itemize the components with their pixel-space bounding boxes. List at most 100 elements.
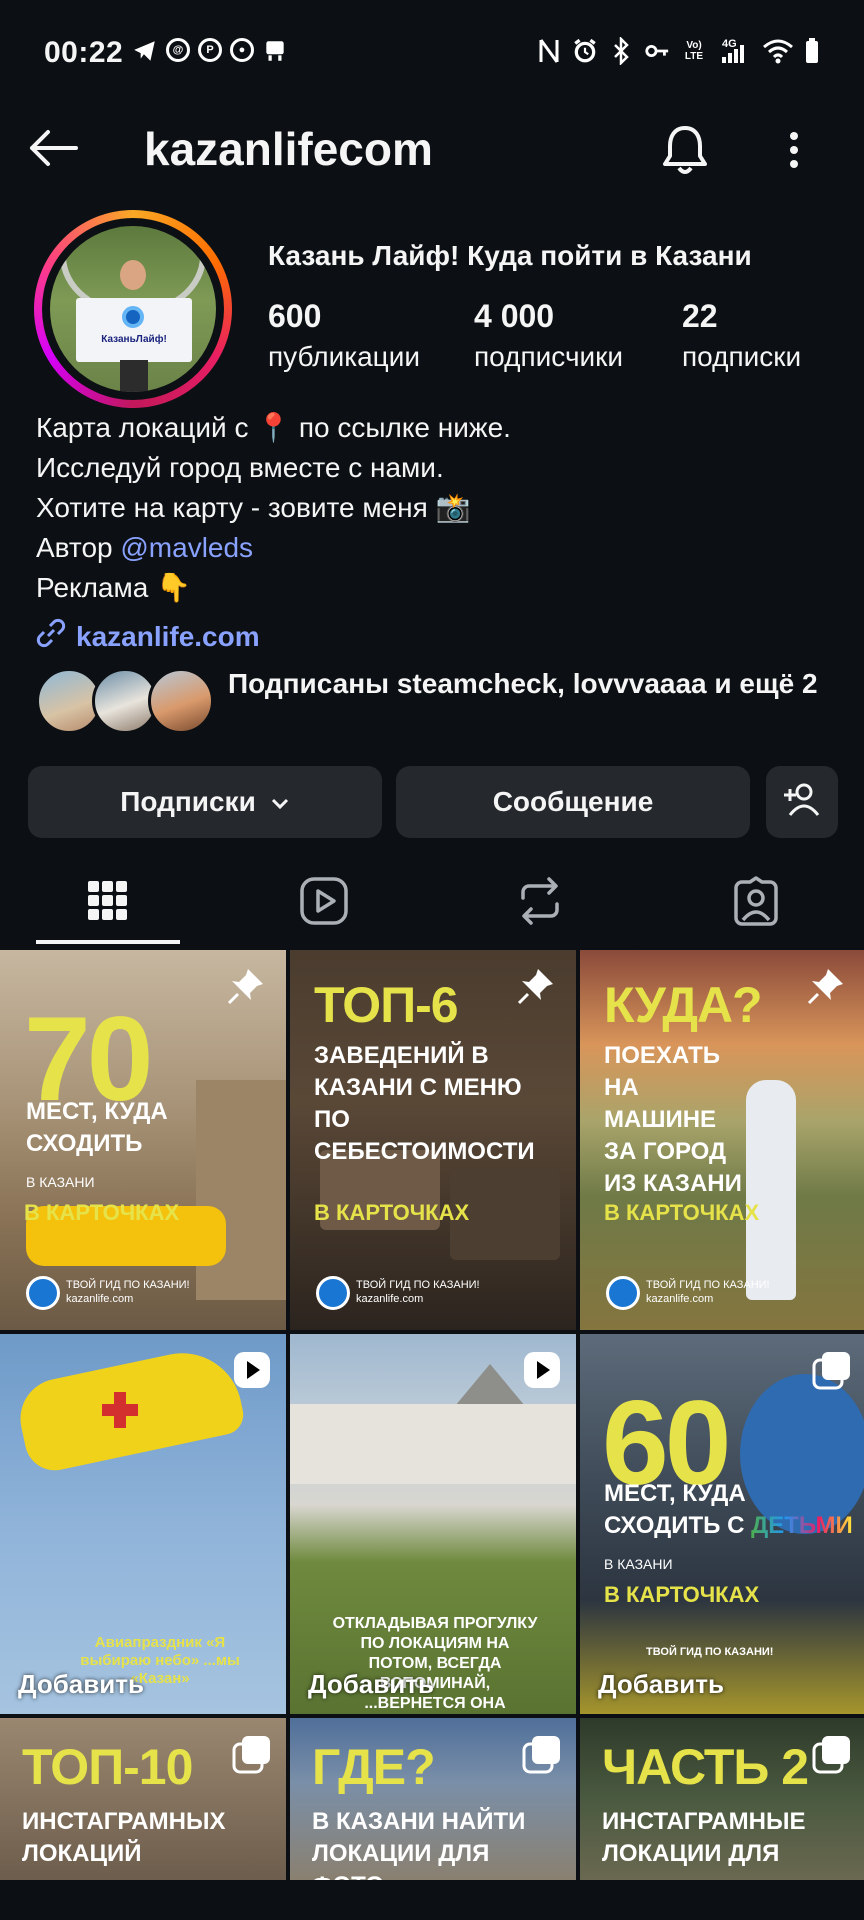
post-footer-url: kazanlife.com	[356, 1293, 424, 1305]
nfc-icon	[536, 38, 562, 64]
grid-icon	[86, 879, 130, 928]
system-nav-bar	[0, 1880, 864, 1920]
bio-line: Реклама 👇	[36, 572, 191, 603]
post-title: ИНСТАГРАМНЫХ ЛОКАЦИЙ	[22, 1808, 226, 1867]
post-footer: ТВОЙ ГИД ПО КАЗАНИ! kazanlife.com	[606, 1276, 770, 1310]
add-label: Добавить	[308, 1669, 434, 1699]
chevron-down-icon	[270, 786, 290, 818]
wall-shape	[290, 1404, 576, 1484]
following-count-value: 22	[682, 298, 718, 334]
followed-by[interactable]: Подписаны steamcheck, lovvvaaaa и ещё 2	[36, 666, 836, 738]
notification-icon: ●	[230, 38, 254, 62]
message-button-label: Сообщение	[492, 786, 654, 817]
website-link-text: kazanlife.com	[76, 620, 260, 652]
alarm-icon	[572, 38, 598, 64]
tab-tagged[interactable]	[666, 858, 846, 948]
avatar[interactable]: КазаньЛайф!	[34, 210, 232, 408]
author-mention-link[interactable]: @mavleds	[120, 532, 253, 563]
post-footer-title: ТВОЙ ГИД ПО КАЗАНИ!	[646, 1279, 770, 1291]
active-tab-indicator	[36, 940, 180, 944]
post-footer: ТВОЙ ГИД ПО КАЗАНИ! kazanlife.com	[26, 1276, 190, 1310]
bio-line: Карта локаций с 📍 по ссылке ниже.	[36, 412, 511, 443]
post-headline: ТОП-6	[314, 977, 459, 1033]
post-tile[interactable]: ГДЕ? В КАЗАНИ НАЙТИ ЛОКАЦИИ ДЛЯ ФОТО	[290, 1718, 576, 1880]
bio-line: Автор @mavleds	[36, 528, 511, 568]
website-link[interactable]: kazanlife.com	[36, 618, 260, 655]
carousel-icon	[812, 1350, 852, 1390]
post-title-part: СХОДИТЬ С	[604, 1512, 752, 1539]
bluetooth-icon	[608, 37, 634, 65]
post-tile[interactable]: Авиапраздник «Я выбираю небо» ...мы «Каз…	[0, 1334, 286, 1714]
post-tile[interactable]: ЧАСТЬ 2 ИНСТАГРАМНЫЕ ЛОКАЦИИ ДЛЯ	[580, 1718, 864, 1880]
post-tile[interactable]: ТОП-6 ЗАВЕДЕНИЙ В КАЗАНИ С МЕНЮ ПО СЕБЕС…	[290, 950, 576, 1330]
svg-text:4G: 4G	[722, 38, 737, 50]
post-footer-title: ТВОЙ ГИД ПО КАЗАНИ!	[66, 1279, 190, 1291]
post-title: МЕСТ, КУДА СХОДИТЬ С ДЕТЬМИ	[604, 1478, 853, 1542]
pinterest-icon: P	[198, 38, 222, 62]
post-tile[interactable]: 70 МЕСТ, КУДА СХОДИТЬ В КАЗАНИ В КАРТОЧК…	[0, 950, 286, 1330]
followers-count-value: 4 000	[474, 298, 555, 334]
add-label: Добавить	[18, 1669, 144, 1699]
posts-grid: 70 МЕСТ, КУДА СХОДИТЬ В КАЗАНИ В КАРТОЧК…	[0, 950, 864, 1880]
profile-header: kazanlifecom	[0, 108, 864, 188]
post-title: В КАЗАНИ НАЙТИ ЛОКАЦИИ ДЛЯ ФОТО	[312, 1808, 526, 1880]
follower-avatar	[148, 668, 214, 734]
bio-line: Исследуй город вместе с нами.	[36, 452, 444, 483]
reposts-icon	[517, 876, 563, 931]
post-cta: В КАРТОЧКАХ	[604, 1200, 760, 1225]
post-title: ИНСТАГРАМНЫЕ ЛОКАЦИИ ДЛЯ	[602, 1808, 806, 1867]
clock: 00:22	[44, 36, 124, 69]
carousel-icon	[812, 1734, 852, 1774]
post-footer-title: ТВОЙ ГИД ПО КАЗАНИ!	[356, 1279, 480, 1291]
pinned-icon	[226, 966, 266, 1006]
carousel-icon	[522, 1734, 562, 1774]
more-options-icon[interactable]	[774, 128, 814, 172]
tab-reposts[interactable]	[450, 858, 630, 948]
post-tile[interactable]: ОТКЛАДЫВАЯ ПРОГУЛКУ ПО ЛОКАЦИЯМ НА ПОТОМ…	[290, 1334, 576, 1714]
post-title-colored: ДЕТЬМИ	[751, 1512, 853, 1539]
post-cta: В КАРТОЧКАХ	[314, 1200, 470, 1225]
threads-icon: @	[166, 38, 190, 62]
notifications-bell-icon[interactable]	[660, 124, 710, 176]
post-headline: ТОП-10	[22, 1739, 193, 1795]
post-cta: В КАРТОЧКАХ	[604, 1582, 760, 1607]
post-title: ПОЕХАТЬ НА МАШИНЕ ЗА ГОРОД ИЗ КАЗАНИ	[604, 1042, 742, 1197]
posts-count[interactable]: 600 публикации	[268, 298, 420, 373]
post-subtitle: В КАЗАНИ	[26, 1174, 95, 1190]
avatar-photo: КазаньЛайф!	[50, 226, 216, 392]
key-icon	[644, 38, 670, 64]
add-person-icon	[782, 781, 822, 824]
bio-line: Хотите на карту - зовите меня 📸	[36, 492, 471, 523]
followed-by-text: Подписаны steamcheck, lovvvaaaa и ещё 2	[228, 668, 818, 699]
tab-reels[interactable]	[234, 858, 414, 948]
back-arrow-icon[interactable]	[28, 128, 78, 168]
tab-posts-grid[interactable]	[18, 858, 198, 948]
post-tile[interactable]: ТОП-10 ИНСТАГРАМНЫХ ЛОКАЦИЙ	[0, 1718, 286, 1880]
wifi-icon	[762, 38, 794, 64]
pinned-icon	[806, 966, 846, 1006]
profile-full-name: Казань Лайф! Куда пойти в Казани	[268, 240, 752, 271]
red-cross-icon	[100, 1390, 140, 1430]
volte-icon: Vo) LTE	[684, 40, 704, 62]
post-title-line: МЕСТ, КУДА	[604, 1480, 746, 1507]
post-tile[interactable]: 60 МЕСТ, КУДА СХОДИТЬ С ДЕТЬМИ В КАЗАНИ В…	[580, 1334, 864, 1714]
post-subtitle: В КАЗАНИ	[604, 1556, 673, 1572]
link-icon	[36, 618, 66, 655]
avatar-flag-text: КазаньЛайф!	[101, 334, 167, 345]
posts-count-value: 600	[268, 298, 322, 334]
post-tile[interactable]: КУДА? ПОЕХАТЬ НА МАШИНЕ ЗА ГОРОД ИЗ КАЗА…	[580, 950, 864, 1330]
post-headline: КУДА?	[604, 977, 763, 1033]
tagged-icon	[731, 875, 781, 931]
suggest-people-button[interactable]	[766, 766, 838, 838]
following-count[interactable]: 22 подписки	[682, 298, 801, 373]
following-button-label: Подписки	[120, 786, 256, 817]
telegram-icon	[132, 38, 158, 64]
post-headline: ЧАСТЬ 2	[602, 1739, 809, 1795]
app-icon	[262, 38, 288, 64]
followers-count[interactable]: 4 000 подписчики	[474, 298, 623, 373]
post-footer-url: kazanlife.com	[646, 1293, 714, 1305]
reels-icon	[299, 876, 349, 931]
message-button[interactable]: Сообщение	[396, 766, 750, 838]
following-dropdown-button[interactable]: Подписки	[28, 766, 382, 838]
status-bar: 00:22 @ P ● Vo) LTE 4G	[0, 0, 864, 108]
